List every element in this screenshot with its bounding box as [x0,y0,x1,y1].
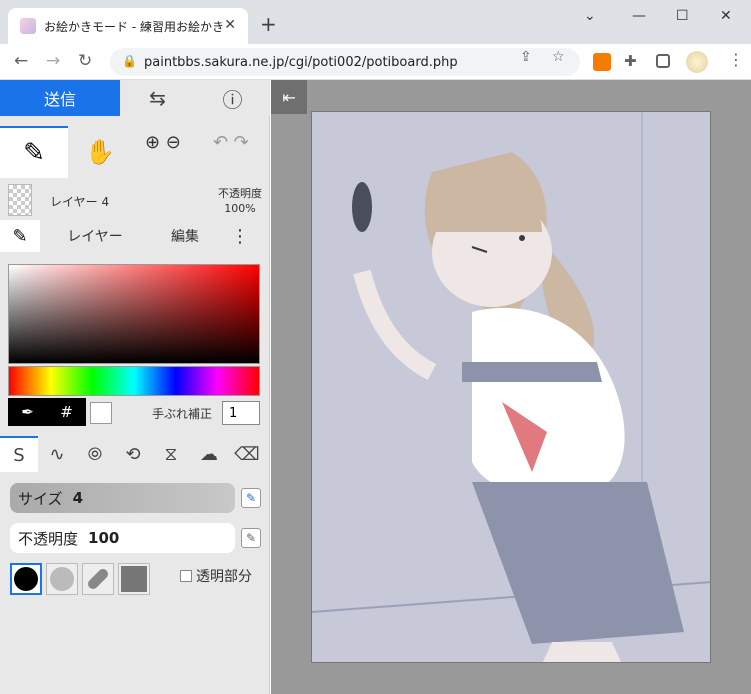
more-icon[interactable]: ⋮ [220,220,260,252]
brush-type-bar: S ∿ ⦾ ⟲ ⧖ ☁ ⌫ [0,436,270,472]
transparent-checkbox[interactable]: 透明部分 [180,566,252,586]
arrow-left-to-line-icon[interactable]: ⇤ [271,80,307,114]
blur-brush-icon[interactable]: ∿ [38,436,76,472]
layer-opacity: 不透明度 100% [218,186,262,216]
favicon [20,18,36,34]
new-tab-icon[interactable]: + [260,12,277,36]
brush-opacity-value: 100 [88,529,120,547]
browser-tab[interactable]: お絵かきモード - 練習用お絵かき掲示 ✕ [8,8,248,44]
close-window-icon[interactable]: ✕ [720,8,732,24]
brush-shapes [10,563,150,595]
brush-tool-icon[interactable]: ✎ [0,126,68,178]
color-saturation-panel[interactable] [8,264,260,364]
eraser-icon[interactable]: ⌫ [228,436,266,472]
sidepanel-icon[interactable] [656,54,670,68]
brush-shape-square[interactable] [118,563,150,595]
hue-slider[interactable] [8,366,260,396]
chevron-down-icon[interactable]: ⌄ [584,8,596,24]
back-icon[interactable]: ← [14,51,28,71]
maximize-icon[interactable]: ☐ [676,8,689,24]
lasso-icon[interactable]: ⟲ [114,436,152,472]
tab-edit[interactable]: 編集 [150,220,220,252]
artwork [312,112,710,662]
tool-row: ✎ ✋ ⊕ ⊖ ↶ ↷ [0,126,270,178]
size-edit-icon[interactable]: ✎ [241,488,261,508]
extension-icon[interactable] [593,53,611,71]
drawing-canvas[interactable] [311,111,711,663]
top-actions: 送信 ⇆ ⓘ [0,80,270,116]
canvas-area: ⇤ [271,80,751,694]
brush-shape-round[interactable] [10,563,42,595]
browser-tabbar: お絵かきモード - 練習用お絵かき掲示 ✕ + ⌄ — ☐ ✕ [0,0,751,44]
browser-navbar: ← → ↻ 🔒 paintbbs.sakura.ne.jp/cgi/poti00… [0,44,751,80]
bookmark-star-icon[interactable]: ☆ [552,49,565,65]
checkbox-icon [180,570,192,582]
brush-opacity-label: 不透明度 [18,529,79,548]
size-label: サイズ [18,489,63,508]
forward-icon[interactable]: → [46,51,60,71]
current-color-swatch[interactable] [90,402,112,424]
tab-title: お絵かきモード - 練習用お絵かき掲示 [44,19,224,34]
layer-name: レイヤー 4 [50,195,110,209]
opacity-title: 不透明度 [218,187,262,200]
tab-brush-icon[interactable]: ✎ [0,220,40,252]
brush-opacity-slider[interactable]: 不透明度 100 [10,523,235,553]
blob-icon[interactable]: ☁ [190,436,228,472]
hand-tool-icon[interactable]: ✋ [72,126,128,178]
stabilizer-select[interactable]: 1 [222,401,260,425]
opacity-value: 100% [224,202,256,215]
minimize-icon[interactable]: — [632,8,646,24]
send-button[interactable]: 送信 [0,80,120,116]
zoom-in-out-icons[interactable]: ⊕ ⊖ [145,132,181,153]
transparent-label: 透明部分 [196,569,252,585]
eyedropper-icon[interactable]: ✒ [8,398,47,426]
tool-panel: 送信 ⇆ ⓘ ✎ ✋ ⊕ ⊖ ↶ ↷ レイヤー 4 不透明度 100% ✎ レイ… [0,80,270,694]
pen-icon[interactable]: S [0,436,38,472]
fill-icon[interactable]: ⧖ [152,436,190,472]
reload-icon[interactable]: ↻ [78,51,92,71]
puzzle-icon[interactable]: ✚ [624,52,642,70]
kebab-menu-icon[interactable]: ⋮ [728,50,746,69]
size-slider[interactable]: サイズ 4 [10,483,235,513]
tab-layer[interactable]: レイヤー [40,220,150,252]
stabilizer-label: 手ぶれ補正 [152,407,213,421]
color-actions: ✒ # [8,398,86,426]
undo-redo-icons[interactable]: ↶ ↷ [213,132,249,153]
brush-shape-soft[interactable] [46,563,78,595]
size-value: 4 [72,489,83,507]
layer-info[interactable]: レイヤー 4 不透明度 100% [0,182,270,218]
opacity-edit-icon[interactable]: ✎ [241,528,261,548]
address-bar[interactable]: 🔒 paintbbs.sakura.ne.jp/cgi/poti002/poti… [110,48,580,76]
hex-input-button[interactable]: # [47,398,86,426]
help-icon[interactable]: ⓘ [195,80,270,116]
layer-thumbnail [8,184,32,216]
share-icon[interactable]: ⇪ [520,49,532,65]
profile-avatar[interactable] [686,51,708,73]
brush-shape-pencil[interactable] [82,563,114,595]
panel-tabs: ✎ レイヤー 編集 ⋮ [0,220,270,252]
tab-close-icon[interactable]: ✕ [224,17,236,33]
swap-icon[interactable]: ⇆ [120,80,195,116]
url-text: paintbbs.sakura.ne.jp/cgi/poti002/potibo… [144,54,458,70]
lock-icon: 🔒 [122,54,137,68]
bristle-brush-icon[interactable]: ⦾ [76,436,114,472]
